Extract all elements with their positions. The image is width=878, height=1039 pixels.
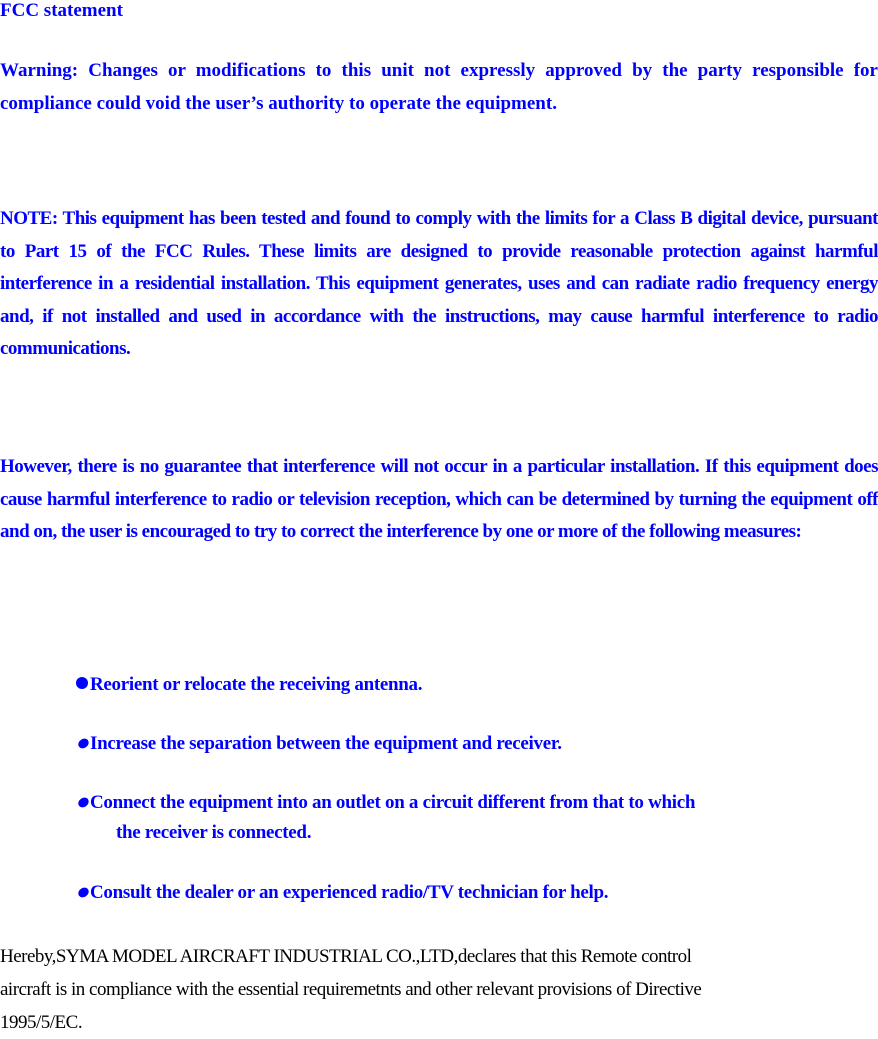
measure-text-continuation: the receiver is connected. xyxy=(116,822,312,843)
warning-paragraph: Warning: Changes or modifications to thi… xyxy=(0,60,878,114)
declaration-line: Hereby,SYMA MODEL AIRCRAFT INDUSTRIAL CO… xyxy=(0,946,692,967)
note-paragraph: NOTE: This equipment has been tested and… xyxy=(0,208,878,359)
declaration-line: aircraft is in compliance with the essen… xyxy=(0,979,702,1000)
bullet-icon xyxy=(76,677,88,689)
bullet-icon xyxy=(76,736,91,751)
measure-item: Increase the separation between the equi… xyxy=(76,729,562,759)
measure-item: Connect the equipment into an outlet on … xyxy=(76,788,695,848)
measure-text: Connect the equipment into an outlet on … xyxy=(90,792,696,813)
however-paragraph: However, there is no guarantee that inte… xyxy=(0,456,878,542)
measure-text: Reorient or relocate the receiving anten… xyxy=(90,674,423,695)
declaration-paragraph: Hereby,SYMA MODEL AIRCRAFT INDUSTRIAL CO… xyxy=(0,940,878,1039)
measure-item: Reorient or relocate the receiving anten… xyxy=(76,670,422,700)
document-title: FCC statement xyxy=(0,0,123,21)
measure-text: Consult the dealer or an experienced rad… xyxy=(90,882,609,903)
bullet-icon xyxy=(76,795,91,810)
declaration-line: 1995/5/EC. xyxy=(0,1012,83,1033)
measure-item: Consult the dealer or an experienced rad… xyxy=(76,878,608,908)
bullet-icon xyxy=(76,885,91,900)
measure-text: Increase the separation between the equi… xyxy=(90,733,562,754)
